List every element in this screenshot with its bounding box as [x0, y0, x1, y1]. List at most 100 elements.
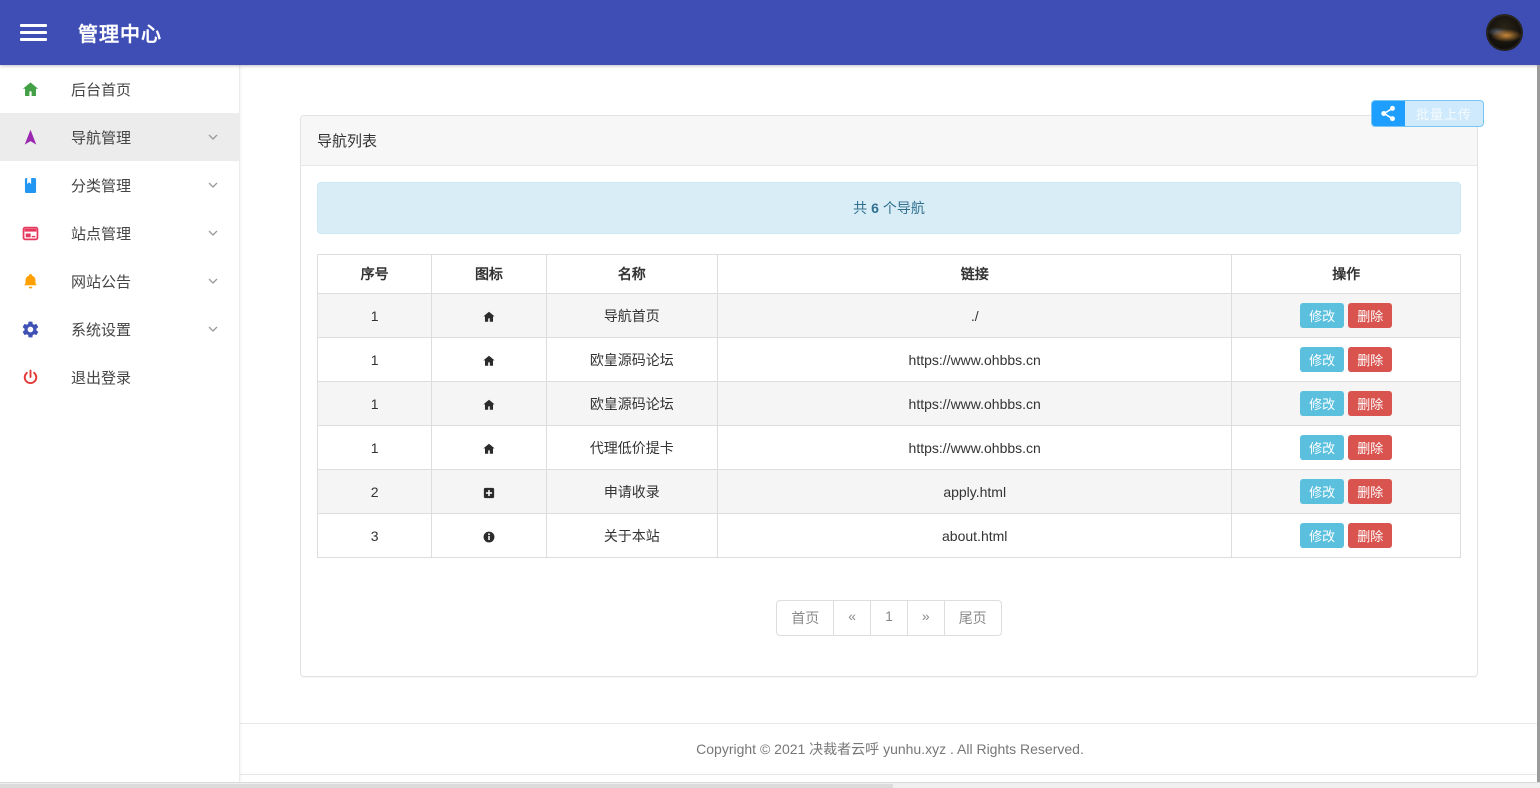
batch-upload-button[interactable]: 批量上传: [1371, 100, 1484, 127]
horizontal-scrollbar-thumb[interactable]: [0, 784, 893, 788]
panel-title: 导航列表: [301, 116, 1477, 166]
sidebar-item-label: 网站公告: [71, 271, 205, 292]
row-name: 欧皇源码论坛: [546, 382, 717, 426]
row-link: https://www.ohbbs.cn: [718, 382, 1232, 426]
nav-count-prefix: 共: [853, 200, 867, 216]
bell-icon: [20, 271, 40, 291]
sidebar-item-label: 退出登录: [71, 367, 221, 388]
row-link: about.html: [718, 514, 1232, 558]
sidebar-item-bell[interactable]: 网站公告: [0, 257, 239, 305]
row-name: 欧皇源码论坛: [546, 338, 717, 382]
share-nodes-icon: [1372, 101, 1405, 126]
row-index: 1: [318, 294, 432, 338]
home-icon: [432, 426, 546, 470]
delete-button[interactable]: 删除: [1348, 479, 1392, 504]
sidebar-item-label: 分类管理: [71, 175, 205, 196]
navigation-icon: [20, 127, 40, 147]
horizontal-scrollbar[interactable]: [0, 782, 1540, 788]
copyright-text: Copyright © 2021 决裁者云呼 yunhu.xyz . All R…: [696, 741, 1084, 757]
window-icon: [20, 223, 40, 243]
gear-icon: [20, 319, 40, 339]
book-icon: [20, 175, 40, 195]
sidebar-item-home[interactable]: 后台首页: [0, 65, 239, 113]
sidebar-item-label: 站点管理: [71, 223, 205, 244]
row-link: https://www.ohbbs.cn: [718, 338, 1232, 382]
row-link: ./: [718, 294, 1232, 338]
column-header: 链接: [718, 255, 1232, 294]
sidebar-item-gear[interactable]: 系统设置: [0, 305, 239, 353]
home-icon: [432, 382, 546, 426]
row-actions: 修改删除: [1232, 514, 1461, 558]
sidebar-item-window[interactable]: 站点管理: [0, 209, 239, 257]
footer: Copyright © 2021 决裁者云呼 yunhu.xyz . All R…: [240, 723, 1540, 775]
table-row: 1导航首页./修改删除: [318, 294, 1461, 338]
row-link: apply.html: [718, 470, 1232, 514]
row-link: https://www.ohbbs.cn: [718, 426, 1232, 470]
edit-button[interactable]: 修改: [1300, 391, 1344, 416]
delete-button[interactable]: 删除: [1348, 523, 1392, 548]
nav-table: 序号图标名称链接操作 1导航首页./修改删除1欧皇源码论坛https://www…: [317, 254, 1461, 558]
row-index: 1: [318, 338, 432, 382]
chevron-down-icon: [205, 129, 221, 145]
row-index: 1: [318, 382, 432, 426]
pagination-next[interactable]: »: [907, 600, 945, 636]
column-header: 名称: [546, 255, 717, 294]
nav-list-panel: 导航列表 共6个导航 序号图标名称链接操作 1导航首页./修改删除1欧皇源码论坛…: [300, 115, 1478, 677]
pagination-first[interactable]: 首页: [776, 600, 834, 636]
column-header: 图标: [432, 255, 546, 294]
home-icon: [432, 338, 546, 382]
delete-button[interactable]: 删除: [1348, 303, 1392, 328]
delete-button[interactable]: 删除: [1348, 347, 1392, 372]
plus-square-icon: [432, 470, 546, 514]
column-header: 序号: [318, 255, 432, 294]
table-row: 2申请收录apply.html修改删除: [318, 470, 1461, 514]
app-title: 管理中心: [78, 18, 162, 47]
table-row: 1代理低价提卡https://www.ohbbs.cn修改删除: [318, 426, 1461, 470]
pagination-page-1[interactable]: 1: [870, 600, 908, 636]
row-actions: 修改删除: [1232, 338, 1461, 382]
sidebar-item-power[interactable]: 退出登录: [0, 353, 239, 401]
nav-count-alert: 共6个导航: [317, 182, 1461, 234]
pagination-prev[interactable]: «: [833, 600, 871, 636]
home-icon: [20, 79, 40, 99]
hamburger-menu-icon[interactable]: [20, 20, 47, 45]
sidebar-item-label: 系统设置: [71, 319, 205, 340]
sidebar-nav: 后台首页导航管理分类管理站点管理网站公告系统设置退出登录: [0, 65, 240, 782]
row-name: 代理低价提卡: [546, 426, 717, 470]
power-icon: [20, 367, 40, 387]
edit-button[interactable]: 修改: [1300, 523, 1344, 548]
edit-button[interactable]: 修改: [1300, 479, 1344, 504]
top-app-bar: 管理中心: [0, 0, 1540, 65]
table-header-row: 序号图标名称链接操作: [318, 255, 1461, 294]
sidebar-item-navigation[interactable]: 导航管理: [0, 113, 239, 161]
table-row: 1 欧皇源码论坛https://www.ohbbs.cn 修改删除: [318, 382, 1461, 426]
row-index: 2: [318, 470, 432, 514]
sidebar-item-label: 导航管理: [71, 127, 205, 148]
row-name: 关于本站: [546, 514, 717, 558]
row-index: 1: [318, 426, 432, 470]
row-name: 申请收录: [546, 470, 717, 514]
row-actions: 修改删除: [1232, 426, 1461, 470]
user-avatar[interactable]: [1486, 14, 1523, 51]
edit-button[interactable]: 修改: [1300, 435, 1344, 460]
chevron-down-icon: [205, 273, 221, 289]
edit-button[interactable]: 修改: [1300, 347, 1344, 372]
delete-button[interactable]: 删除: [1348, 435, 1392, 460]
table-row: 1欧皇源码论坛https://www.ohbbs.cn修改删除: [318, 338, 1461, 382]
table-row: 3关于本站about.html修改删除: [318, 514, 1461, 558]
row-actions: 修改删除: [1232, 470, 1461, 514]
column-header: 操作: [1232, 255, 1461, 294]
row-name: 导航首页: [546, 294, 717, 338]
chevron-down-icon: [205, 177, 221, 193]
sidebar-item-label: 后台首页: [71, 79, 221, 100]
batch-upload-label: 批量上传: [1405, 101, 1483, 126]
nav-count-suffix: 个导航: [883, 200, 925, 216]
row-index: 3: [318, 514, 432, 558]
sidebar-item-book[interactable]: 分类管理: [0, 161, 239, 209]
row-actions: 修改删除: [1232, 294, 1461, 338]
edit-button[interactable]: 修改: [1300, 303, 1344, 328]
main-content: 批量上传 导航列表 共6个导航 序号图标名称链接操作 1导航首页./修改删除1欧…: [240, 0, 1540, 775]
delete-button[interactable]: 删除: [1348, 391, 1392, 416]
pagination-last[interactable]: 尾页: [944, 600, 1002, 636]
pagination: 首页«1»尾页: [317, 600, 1461, 636]
